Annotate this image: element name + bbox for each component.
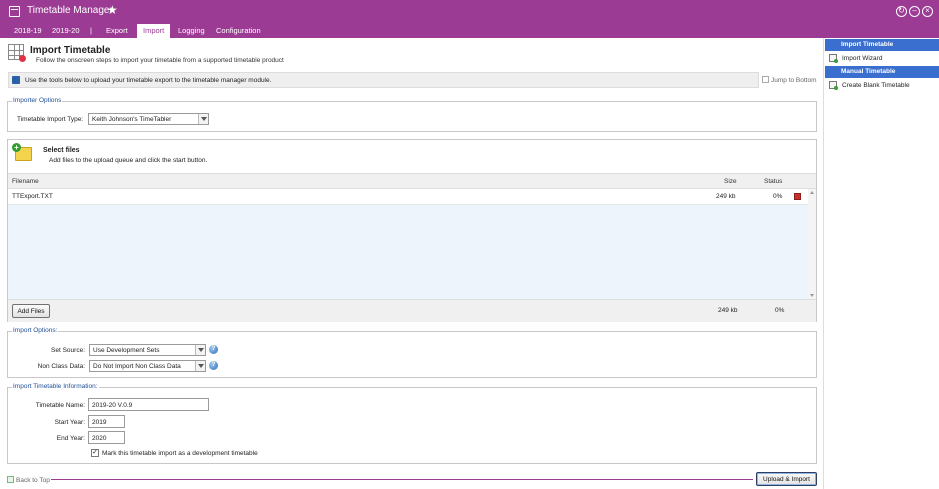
menu-item-configuration[interactable]: Configuration xyxy=(216,26,261,35)
total-size: 249 kb xyxy=(718,307,738,314)
chevron-down-icon[interactable] xyxy=(195,345,205,355)
timetable-info-legend: Import Timetable Information: xyxy=(12,383,99,390)
favorite-star-icon[interactable]: ★ xyxy=(107,3,118,17)
jump-to-bottom-label: Jump to Bottom xyxy=(771,77,817,84)
total-status: 0% xyxy=(775,307,785,314)
col-status: Status xyxy=(764,178,783,185)
sidebar-item-label: Import Wizard xyxy=(842,55,883,62)
page-header: Import Timetable Follow the onscreen ste… xyxy=(0,38,823,70)
set-source-select[interactable]: Use Development Sets xyxy=(89,344,206,356)
menu-item-export[interactable]: Export xyxy=(106,26,128,35)
menu-separator: | xyxy=(90,26,92,35)
add-folder-icon: + xyxy=(12,143,32,161)
end-year-field[interactable]: 2020 xyxy=(88,431,125,444)
file-name: TTExport.TXT xyxy=(12,193,53,200)
file-size: 249 kb xyxy=(716,193,736,200)
upload-footer: Add Files 249 kb 0% xyxy=(8,299,816,322)
scroll-down-icon[interactable] xyxy=(810,294,814,297)
menu-item-2018-19[interactable]: 2018-19 xyxy=(14,26,42,35)
menu-bar: 2018-19 2019-20 | Export Import Logging … xyxy=(0,24,939,38)
help-icon[interactable]: ? xyxy=(209,361,218,370)
file-status: 0% xyxy=(773,193,783,200)
import-type-value: Keith Johnson's TimeTabler xyxy=(92,116,172,123)
importer-options-group: Importer Options Timetable Import Type: … xyxy=(7,97,817,132)
non-class-select[interactable]: Do Not Import Non Class Data xyxy=(89,360,206,372)
col-size: Size xyxy=(724,178,737,185)
timetable-name-label: Timetable Name: xyxy=(35,402,85,409)
import-options-legend: Import Options: xyxy=(12,327,59,334)
title-bar: Timetable Manager ★ ↻ – × xyxy=(0,0,939,24)
file-list: TTExport.TXT 249 kb 0% xyxy=(8,189,808,299)
col-filename: Filename xyxy=(12,178,39,185)
start-year-field[interactable]: 2019 xyxy=(88,415,125,428)
set-source-value: Use Development Sets xyxy=(93,347,160,354)
timetable-info-group: Import Timetable Information: Timetable … xyxy=(7,383,817,464)
menu-item-2019-20[interactable]: 2019-20 xyxy=(52,26,80,35)
page-title: Import Timetable xyxy=(30,45,111,56)
importer-options-legend: Importer Options xyxy=(12,97,63,104)
end-year-label: End Year: xyxy=(56,435,85,442)
timetable-grid-icon xyxy=(8,44,26,62)
footer-divider xyxy=(51,479,753,480)
sidebar-item-import-wizard[interactable]: Import Wizard xyxy=(825,52,939,65)
timetable-name-field[interactable]: 2019-20 V.0.9 xyxy=(88,398,209,411)
menu-item-import[interactable]: Import xyxy=(137,24,171,38)
help-icon[interactable]: ? xyxy=(209,345,218,354)
add-files-button[interactable]: Add Files xyxy=(12,304,50,318)
table-row[interactable]: TTExport.TXT 249 kb 0% xyxy=(8,189,808,205)
scroll-up-icon[interactable] xyxy=(810,191,814,194)
page-subtitle: Follow the onscreen steps to import your… xyxy=(36,57,284,64)
back-to-top-link[interactable]: Back to Top xyxy=(7,476,50,484)
app-title: Timetable Manager xyxy=(27,5,113,16)
import-options-group: Import Options: Set Source: Use Developm… xyxy=(7,327,817,378)
save-icon xyxy=(12,76,20,84)
select-files-title: Select files xyxy=(43,147,80,154)
sidebar-item-label: Create Blank Timetable xyxy=(842,82,910,89)
start-year-label: Start Year: xyxy=(54,419,85,426)
non-class-label: Non Class Data: xyxy=(37,363,85,370)
set-source-label: Set Source: xyxy=(51,347,85,354)
upload-panel: + Select files Add files to the upload q… xyxy=(7,139,817,322)
back-to-top-label: Back to Top xyxy=(16,477,50,484)
calendar-icon xyxy=(9,6,20,17)
dev-timetable-label: Mark this timetable import as a developm… xyxy=(102,450,258,457)
non-class-value: Do Not Import Non Class Data xyxy=(93,363,181,370)
chevron-down-icon[interactable] xyxy=(195,361,205,371)
info-bar: Use the tools below to upload your timet… xyxy=(8,72,759,88)
select-files-subtitle: Add files to the upload queue and click … xyxy=(49,157,208,164)
chevron-down-icon[interactable] xyxy=(198,114,208,124)
dev-timetable-checkbox[interactable]: ✓ xyxy=(91,449,99,457)
arrow-down-icon xyxy=(762,76,769,83)
arrow-up-icon xyxy=(7,476,14,483)
close-icon[interactable]: × xyxy=(922,6,933,17)
sidebar-section-manual: Manual Timetable xyxy=(825,66,939,78)
file-list-scrollbar[interactable] xyxy=(808,189,816,299)
sidebar-section-import: Import Timetable xyxy=(825,39,939,51)
jump-to-bottom-link[interactable]: Jump to Bottom xyxy=(762,76,817,84)
right-sidebar: Import Timetable Import Wizard Manual Ti… xyxy=(823,38,939,489)
menu-item-logging[interactable]: Logging xyxy=(178,26,205,35)
import-type-select[interactable]: Keith Johnson's TimeTabler xyxy=(88,113,209,125)
import-type-label: Timetable Import Type: xyxy=(17,116,84,123)
file-table-header: Filename Size Status xyxy=(8,173,816,189)
info-text: Use the tools below to upload your timet… xyxy=(25,77,272,84)
upload-import-button[interactable]: Upload & Import xyxy=(756,472,817,486)
wizard-icon xyxy=(829,54,838,63)
sidebar-item-create-blank[interactable]: Create Blank Timetable xyxy=(825,79,939,92)
minimize-icon[interactable]: – xyxy=(909,6,920,17)
new-timetable-icon xyxy=(829,81,838,90)
refresh-icon[interactable]: ↻ xyxy=(896,6,907,17)
delete-icon[interactable] xyxy=(794,193,801,200)
